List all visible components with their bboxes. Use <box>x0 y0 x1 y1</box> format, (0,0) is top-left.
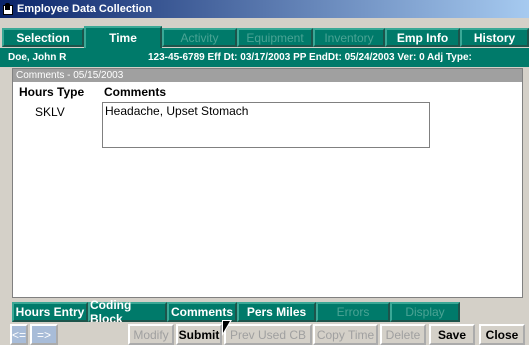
tab-pers-miles[interactable]: Pers Miles <box>237 302 316 322</box>
column-header-comments: Comments <box>104 85 167 99</box>
tab-coding-block[interactable]: Coding Block <box>88 298 167 326</box>
comments-panel: Comments - 05/15/2003 Hours Type Comment… <box>12 68 523 298</box>
tab-selection[interactable]: Selection <box>2 28 84 47</box>
bottom-tab-strip: Hours Entry Coding Block Comments Pers M… <box>12 298 529 326</box>
tab-inventory: Inventory <box>313 28 385 47</box>
tab-time[interactable]: Time <box>84 26 162 48</box>
delete-button[interactable]: Delete <box>380 324 426 345</box>
mouse-pointer-icon-inner <box>223 321 230 333</box>
column-header-hours-type: Hours Type <box>19 85 85 99</box>
tab-history[interactable]: History <box>460 28 529 47</box>
pay-period-details: 123-45-6789 Eff Dt: 03/17/2003 PP EndDt:… <box>148 52 472 63</box>
employee-info-bar: Doe, John R 123-45-6789 Eff Dt: 03/17/20… <box>0 48 529 67</box>
prev-button[interactable]: <= <box>10 324 28 345</box>
tab-comments[interactable]: Comments <box>167 302 237 322</box>
tab-hours-entry[interactable]: Hours Entry <box>12 302 88 322</box>
app-icon <box>2 2 14 16</box>
window-titlebar: Employee Data Collection <box>0 0 529 18</box>
tab-emp-info[interactable]: Emp Info <box>385 28 460 47</box>
tab-display: Display <box>390 302 460 322</box>
tab-equipment: Equipment <box>237 28 313 47</box>
close-button[interactable]: Close <box>479 324 525 345</box>
prev-used-cb-button[interactable]: Prev Used CB <box>224 324 312 345</box>
save-button[interactable]: Save <box>429 324 475 345</box>
modify-button[interactable]: Modify <box>128 324 174 345</box>
employee-name: Doe, John R <box>8 52 67 63</box>
copy-time-button[interactable]: Copy Time <box>313 324 378 345</box>
tab-activity: Activity <box>162 28 237 47</box>
submit-button[interactable]: Submit <box>176 324 222 345</box>
tab-errors: Errors <box>316 302 390 322</box>
panel-header: Comments - 05/15/2003 <box>13 69 522 82</box>
button-bar: <= => Modify Submit Prev Used CB Copy Ti… <box>0 322 529 345</box>
next-button[interactable]: => <box>30 324 58 345</box>
hours-type-cell: SKLV <box>35 105 65 119</box>
window-title: Employee Data Collection <box>17 3 153 15</box>
comment-textarea[interactable]: Headache, Upset Stomach <box>102 102 430 148</box>
